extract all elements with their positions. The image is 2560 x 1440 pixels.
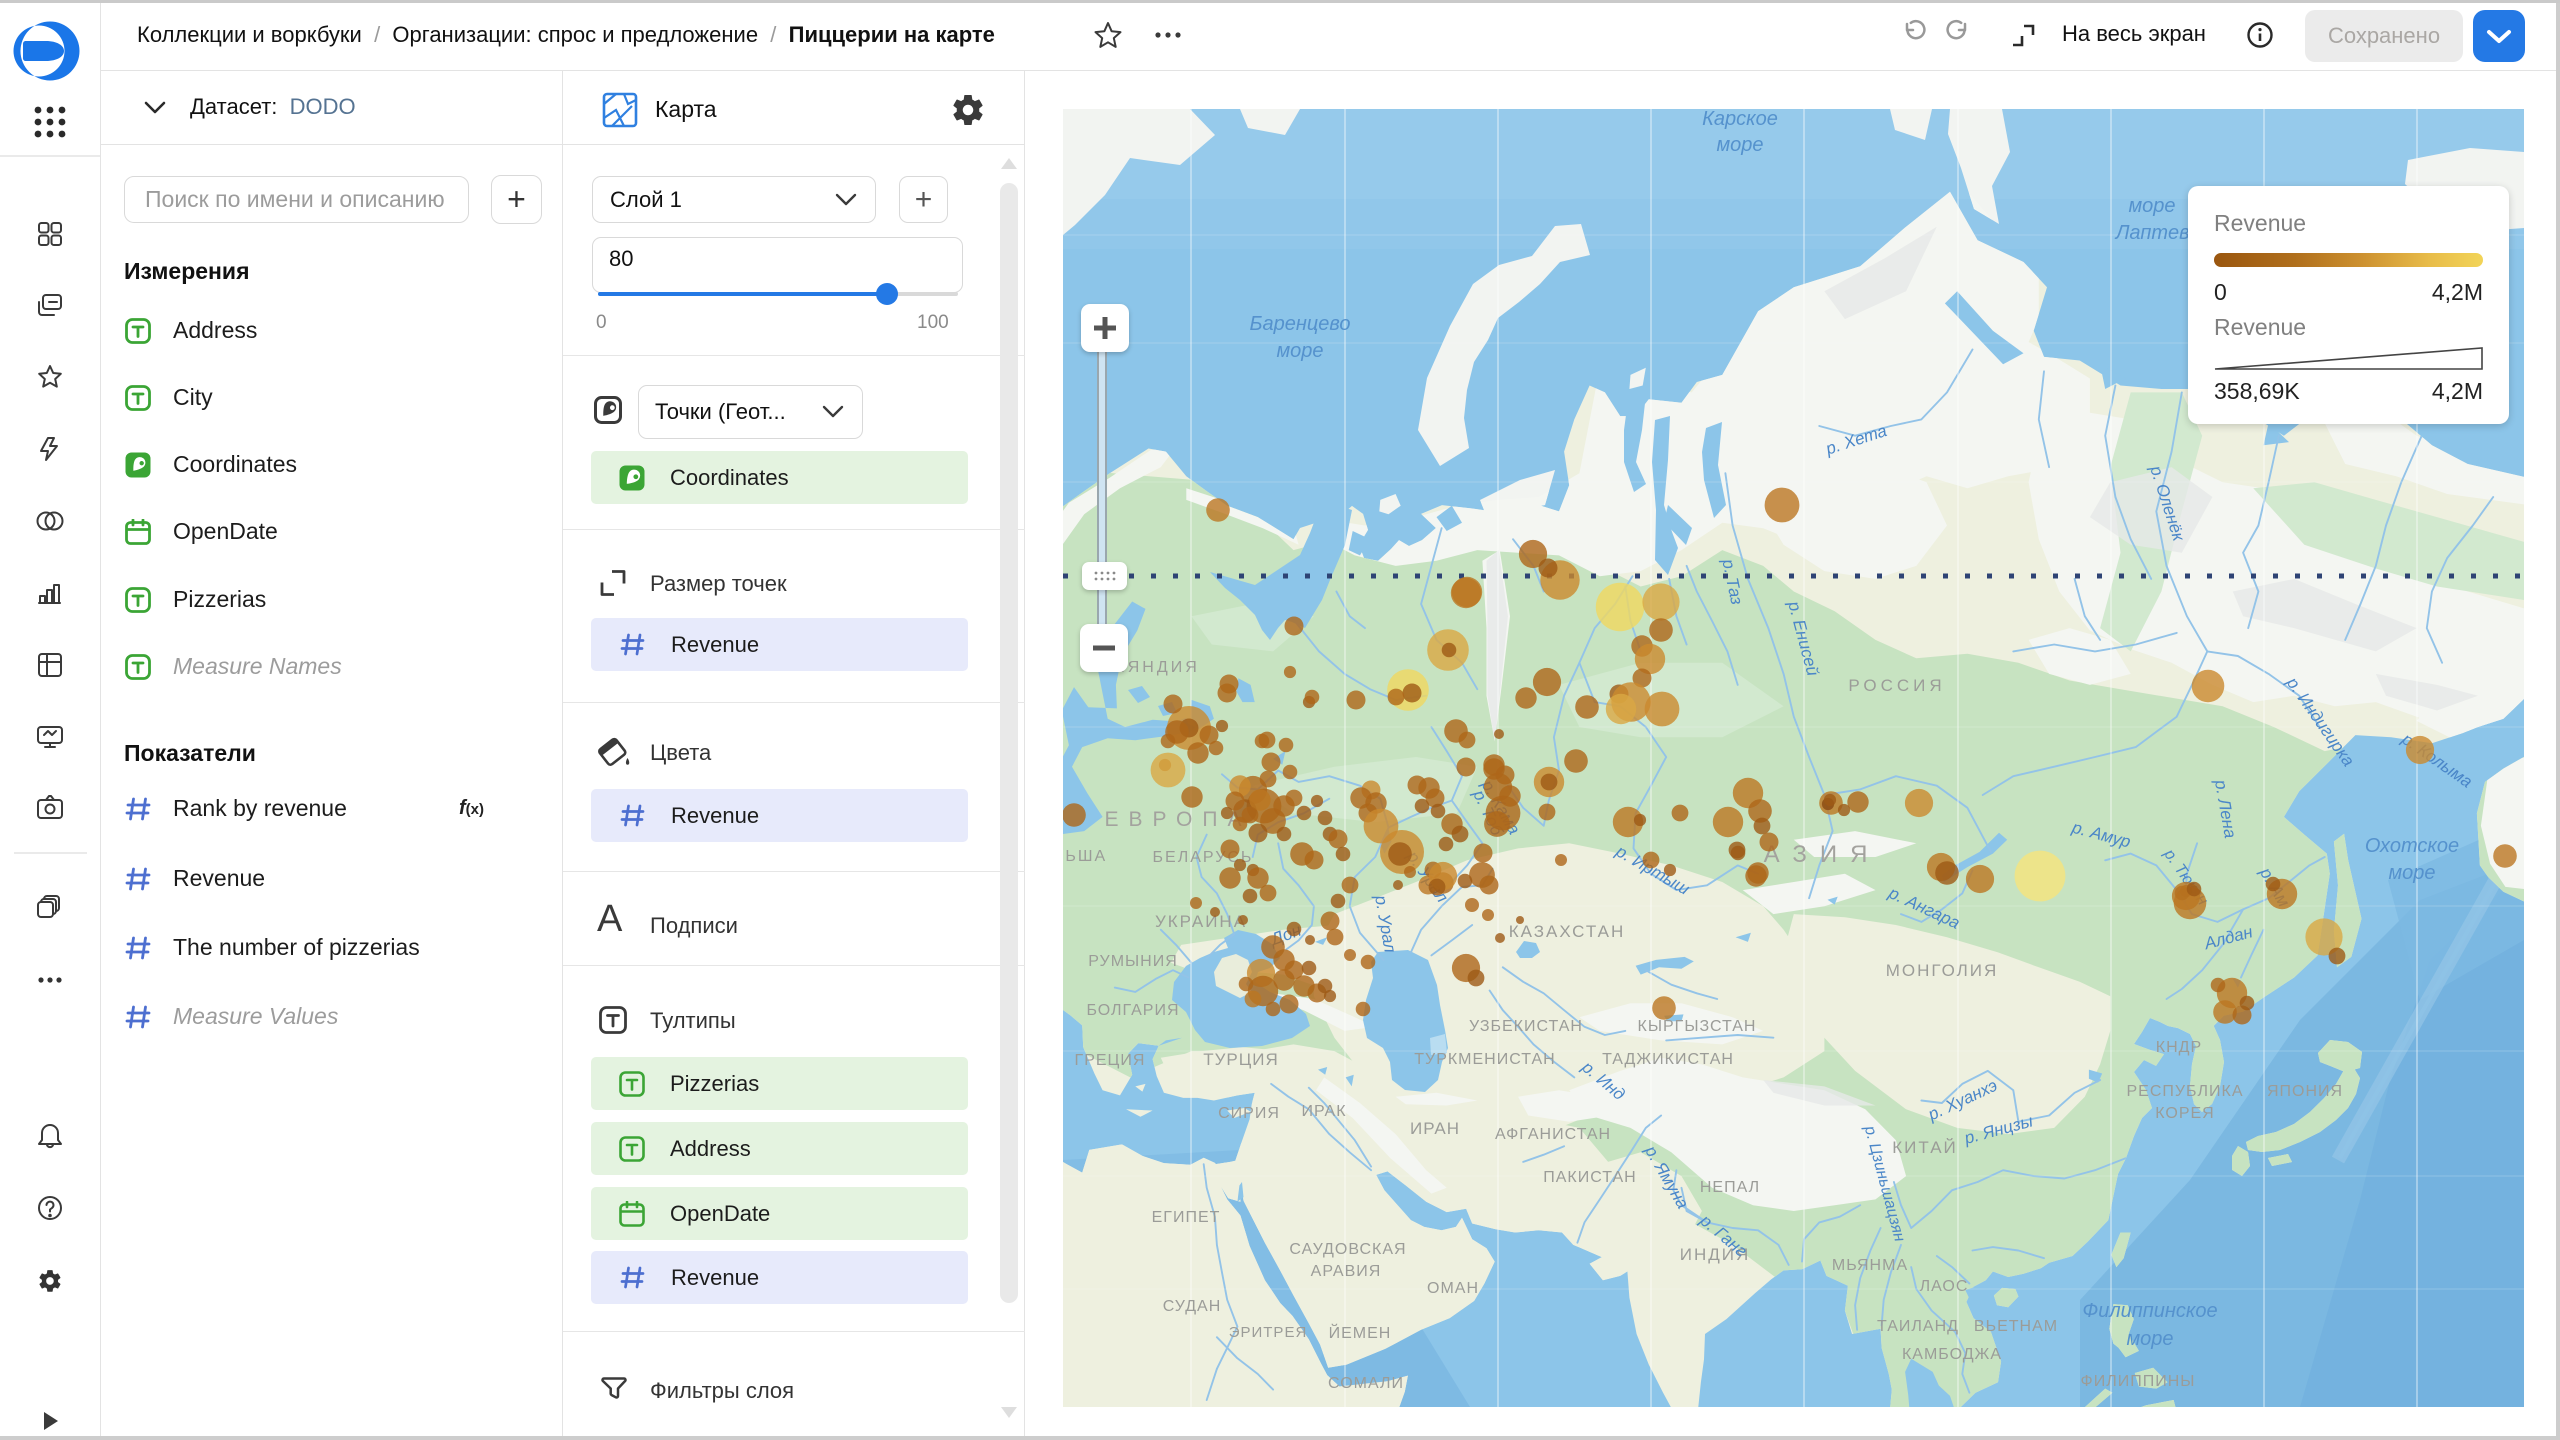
svg-text:ФИЛИППИНЫ: ФИЛИППИНЫ [2081, 1373, 2196, 1390]
svg-text:КНДР: КНДР [2156, 1039, 2202, 1056]
svg-text:Филиппинское: Филиппинское [2082, 1300, 2217, 1322]
svg-text:КЫРГЫЗСТАН: КЫРГЫЗСТАН [1638, 1018, 1757, 1035]
svg-text:ТУРЦИЯ: ТУРЦИЯ [1203, 1050, 1279, 1069]
svg-text:ЙЕМЕН: ЙЕМЕН [1329, 1323, 1392, 1342]
svg-text:ТУРКМЕНИСТАН: ТУРКМЕНИСТАН [1414, 1051, 1555, 1068]
svg-text:море: море [2388, 862, 2435, 884]
svg-text:КАМБОДЖА: КАМБОДЖА [1902, 1346, 2002, 1363]
svg-text:УКРАИНА: УКРАИНА [1155, 912, 1247, 931]
svg-text:РЕСПУБЛИКА: РЕСПУБЛИКА [2126, 1083, 2243, 1100]
svg-text:ТАИЛАНД: ТАИЛАНД [1877, 1318, 1959, 1335]
svg-text:ГРЕЦИЯ: ГРЕЦИЯ [1075, 1052, 1146, 1069]
svg-text:ЛЬША: ЛЬША [1063, 848, 1107, 865]
svg-text:ЛАОС: ЛАОС [1920, 1278, 1969, 1295]
svg-text:ВЬЕТНАМ: ВЬЕТНАМ [1974, 1318, 2058, 1335]
svg-text:НЕПАЛ: НЕПАЛ [1700, 1179, 1760, 1196]
svg-text:ЭРИТРЕЯ: ЭРИТРЕЯ [1229, 1324, 1308, 1341]
svg-text:АФГАНИСТАН: АФГАНИСТАН [1495, 1126, 1611, 1143]
svg-text:ПАКИСТАН: ПАКИСТАН [1543, 1169, 1636, 1186]
svg-text:АРАВИЯ: АРАВИЯ [1311, 1263, 1382, 1280]
svg-text:УЗБЕКИСТАН: УЗБЕКИСТАН [1469, 1018, 1583, 1035]
svg-text:ЯПОНИЯ: ЯПОНИЯ [2267, 1083, 2343, 1100]
svg-text:ИРАК: ИРАК [1301, 1103, 1346, 1120]
svg-text:море: море [2126, 1328, 2173, 1350]
svg-text:СОМАЛИ: СОМАЛИ [1328, 1375, 1404, 1392]
svg-text:МЬЯНМА: МЬЯНМА [1832, 1257, 1908, 1274]
svg-text:АЗИЯ: АЗИЯ [1764, 841, 1881, 868]
svg-text:Карское: Карское [1702, 109, 1778, 130]
svg-text:море: море [1716, 134, 1763, 156]
svg-text:ЕГИПЕТ: ЕГИПЕТ [1152, 1209, 1221, 1226]
svg-text:ОМАН: ОМАН [1427, 1280, 1479, 1297]
svg-text:Баренцево: Баренцево [1249, 313, 1350, 335]
svg-text:САУДОВСКАЯ: САУДОВСКАЯ [1289, 1241, 1406, 1258]
svg-text:КАЗАХСТАН: КАЗАХСТАН [1509, 922, 1626, 941]
svg-text:РУМЫНИЯ: РУМЫНИЯ [1088, 953, 1178, 970]
svg-text:ИРАН: ИРАН [1410, 1119, 1460, 1138]
svg-text:КИТАЙ: КИТАЙ [1892, 1138, 1958, 1157]
svg-text:БОЛГАРИЯ: БОЛГАРИЯ [1086, 1002, 1179, 1019]
svg-text:море: море [1276, 340, 1323, 362]
svg-text:море: море [2128, 195, 2175, 217]
svg-text:СУДАН: СУДАН [1163, 1298, 1222, 1315]
svg-text:ТАДЖИКИСТАН: ТАДЖИКИСТАН [1602, 1051, 1734, 1068]
svg-text:СИРИЯ: СИРИЯ [1218, 1105, 1280, 1122]
svg-text:МОНГОЛИЯ: МОНГОЛИЯ [1886, 961, 1999, 980]
svg-text:Охотское: Охотское [2365, 835, 2459, 857]
svg-text:КОРЕЯ: КОРЕЯ [2155, 1105, 2214, 1122]
svg-text:РОССИЯ: РОССИЯ [1848, 676, 1945, 695]
